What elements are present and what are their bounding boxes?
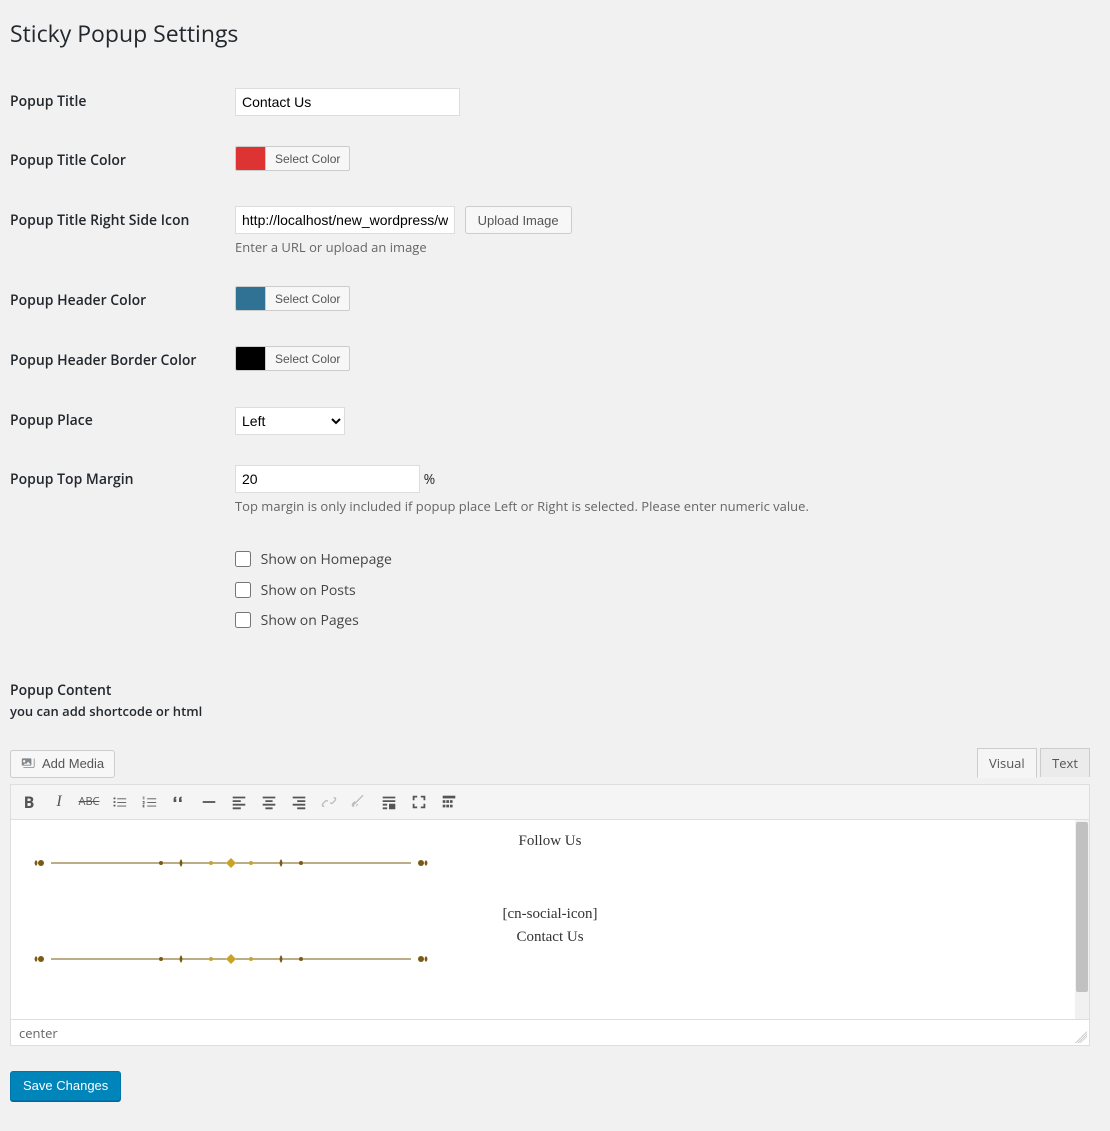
show-pages-checkbox[interactable] [235,612,251,628]
strike-icon[interactable]: ABC [74,788,104,816]
editor-status-path: center [10,1020,1090,1046]
toolbar-toggle-icon[interactable] [434,788,464,816]
icon-desc: Enter a URL or upload an image [235,239,1080,256]
settings-form: Popup Title Popup Title Color Select Col… [10,72,1090,651]
label-popup-place: Popup Place [10,391,225,450]
title-icon-url-input[interactable] [235,206,455,234]
link-icon[interactable] [314,788,344,816]
align-right-icon[interactable] [284,788,314,816]
title-color-swatch[interactable] [235,146,265,171]
upload-image-button[interactable]: Upload Image [465,206,572,234]
hr-icon[interactable] [194,788,224,816]
ornament-divider [31,949,431,969]
popup-place-select[interactable]: Left [235,407,345,435]
show-posts-checkbox[interactable] [235,582,251,598]
number-list-icon[interactable] [134,788,164,816]
editor-line: Follow Us [31,830,1069,853]
scrollbar[interactable] [1075,820,1089,1019]
italic-icon[interactable]: I [44,788,74,816]
tab-visual[interactable]: Visual [977,748,1037,778]
tab-text[interactable]: Text [1040,748,1090,777]
align-left-icon[interactable] [224,788,254,816]
editor-toolbar: B I ABC [10,784,1090,820]
label-header-color: Popup Header Color [10,271,225,331]
label-title-icon: Popup Title Right Side Icon [10,191,225,271]
show-pages-label: Show on Pages [261,611,359,630]
quote-icon[interactable] [164,788,194,816]
header-border-color-swatch[interactable] [235,346,265,371]
select-color-button[interactable]: Select Color [265,286,350,311]
popup-title-input[interactable] [235,88,460,116]
label-top-margin: Popup Top Margin [10,450,225,530]
more-icon[interactable] [374,788,404,816]
top-margin-unit: % [424,470,436,489]
add-media-button[interactable]: Add Media [10,750,115,778]
align-center-icon[interactable] [254,788,284,816]
show-posts-label: Show on Posts [261,581,356,600]
show-homepage-checkbox[interactable] [235,551,251,567]
unlink-icon[interactable] [344,788,374,816]
select-color-button[interactable]: Select Color [265,146,350,171]
select-color-button[interactable]: Select Color [265,346,350,371]
top-margin-desc: Top margin is only included if popup pla… [235,498,1080,515]
resize-handle-icon[interactable] [1075,1031,1087,1043]
label-header-border-color: Popup Header Border Color [10,331,225,391]
media-icon [21,756,37,772]
show-homepage-label: Show on Homepage [261,550,392,569]
fullscreen-icon[interactable] [404,788,434,816]
ornament-divider [31,853,431,873]
label-title-color: Popup Title Color [10,131,225,191]
bullet-list-icon[interactable] [104,788,134,816]
save-changes-button[interactable]: Save Changes [10,1071,121,1101]
label-popup-title: Popup Title [10,72,225,131]
content-section-head: Popup Content you can add shortcode or h… [10,681,1090,720]
editor: Add Media Visual Text B I ABC Follow Us [10,750,1090,1046]
editor-content[interactable]: Follow Us [cn-social-icon] Contact Us [10,820,1090,1020]
bold-icon[interactable]: B [14,788,44,816]
top-margin-input[interactable] [235,465,420,493]
header-color-swatch[interactable] [235,286,265,311]
editor-line: [cn-social-icon] [31,903,1069,926]
editor-line: Contact Us [31,926,1069,949]
page-title: Sticky Popup Settings [10,10,1090,52]
